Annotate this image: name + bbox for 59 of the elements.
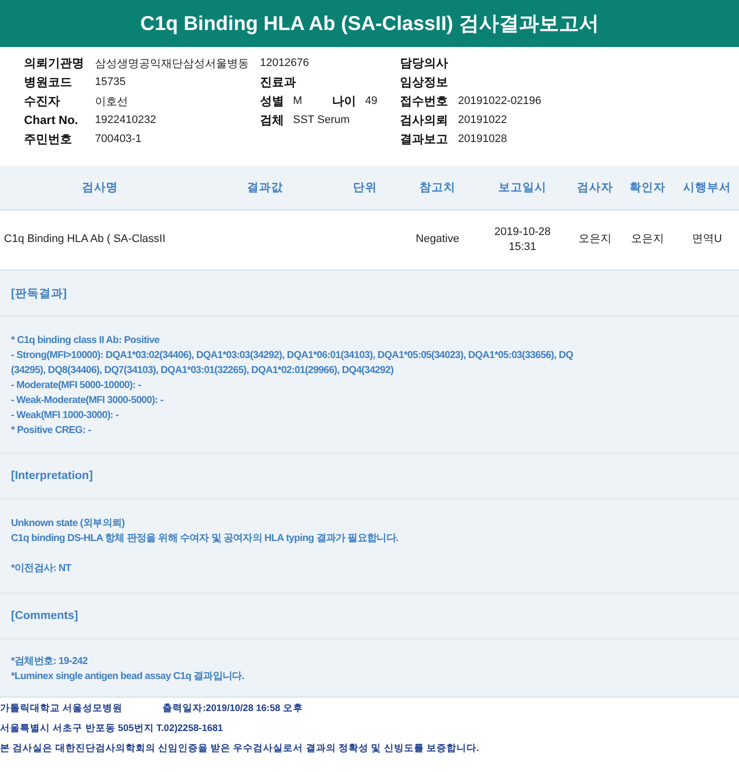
table-cell-text: 오은지	[630, 232, 665, 248]
field-value: 12012676	[260, 57, 309, 69]
field-label: 나이	[332, 92, 358, 110]
section-title: [판독결과]	[11, 286, 67, 300]
field-label: 병원코드	[24, 74, 73, 90]
field-label: 주민번호	[24, 130, 73, 148]
result-text: * Positive CREG: -	[11, 424, 91, 438]
table-cell-text: 면역U	[691, 232, 723, 248]
field-label: 결과보고	[400, 130, 449, 148]
field-value: 1922410232	[95, 114, 156, 126]
result-text: Unknown state (외부의뢰)	[11, 517, 125, 531]
column-header: 참고치	[418, 181, 456, 195]
column-header: 결과값	[246, 181, 284, 195]
field-label: 접수번호	[400, 92, 449, 110]
column-header: 단위	[352, 181, 378, 195]
table-cell-text: Negative	[414, 232, 460, 248]
field-value: 20191028	[458, 133, 507, 145]
field-label: 수진자	[24, 92, 61, 110]
field-label: 담당의사	[400, 54, 449, 72]
field-label: 성별	[260, 92, 285, 110]
field-value: M	[293, 95, 302, 107]
field-value: 700403-1	[95, 133, 142, 145]
result-text: - Weak-Moderate(MFI 3000-5000): -	[11, 394, 164, 408]
field-label: 검사의뢰	[400, 112, 449, 128]
field-value: SST Serum	[293, 114, 350, 126]
section-title: [Comments]	[11, 610, 78, 622]
result-text: *이전검사: NT	[11, 562, 72, 576]
column-header: 보고일시	[498, 181, 548, 195]
result-text: - Strong(MFI>10000): DQA1*03:02(34406), DQA1*03:03(34292), DQA1*06:01(34103), DQA1*05:05(34023), DQA1*05:03(33656), DQ	[11, 349, 574, 363]
field-label: 임상정보	[400, 74, 449, 90]
result-text: *Luminex single antigen bead assay C1q 결과입니다.	[11, 670, 244, 684]
field-value: 49	[365, 95, 378, 107]
field-value: 20191022-02196	[458, 95, 542, 107]
field-value: 20191022	[458, 114, 507, 126]
field-value: 이호선	[95, 94, 128, 108]
table-cell-text: C1q Binding HLA Ab ( SA-ClassII	[3, 232, 166, 248]
address-text: 서울특별시 서초구 반포동 505번지 T.02)2258-1681	[0, 722, 223, 734]
column-header: 확인자	[628, 181, 666, 195]
result-text: C1q binding DS-HLA 항체 판정을 위해 수여자 및 공여자의 HLA typing 결과가 필요합니다.	[11, 532, 398, 546]
report-title: C1q Binding HLA Ab (SA-ClassII) 검사결과보고서	[0, 0, 739, 47]
result-text: *검체번호: 19-242	[11, 655, 88, 669]
table-cell-text: 2019-10-28 15:31	[493, 224, 552, 255]
table-cell-text: 오은지	[578, 232, 612, 248]
result-text: * C1q binding class II Ab: Positive	[11, 334, 160, 348]
print-date: 출력일자:2019/10/28 16:58 오후	[162, 702, 303, 714]
result-text: - Weak(MFI 1000-3000): -	[11, 409, 119, 423]
column-header: 검사자	[576, 181, 614, 195]
field-label: 의뢰기관명	[24, 54, 85, 72]
certification-text: 본 검사실은 대한진단검사의학회의 신임인증을 받은 우수검사실로서 결과의 정확성 및 신빙도를 보증합니다.	[0, 742, 480, 754]
column-header: 검사명	[81, 181, 119, 195]
result-text: - Moderate(MFI 5000-10000): -	[11, 379, 141, 393]
hospital-name: 가톨릭대학교 서울성모병원	[0, 702, 123, 714]
field-label: 검체	[260, 112, 285, 128]
field-value: 15735	[95, 76, 126, 88]
field-value: 삼성생명공익재단삼성서울병동	[95, 56, 249, 70]
field-label: Chart No.	[24, 113, 79, 127]
section-title: [Interpretation]	[11, 470, 93, 482]
column-header: 시행부서	[682, 181, 732, 195]
result-text: (34295), DQ8(34406), DQ7(34103), DQA1*03:01(32265), DQA1*02:01(29966), DQ4(34292)	[11, 364, 394, 378]
